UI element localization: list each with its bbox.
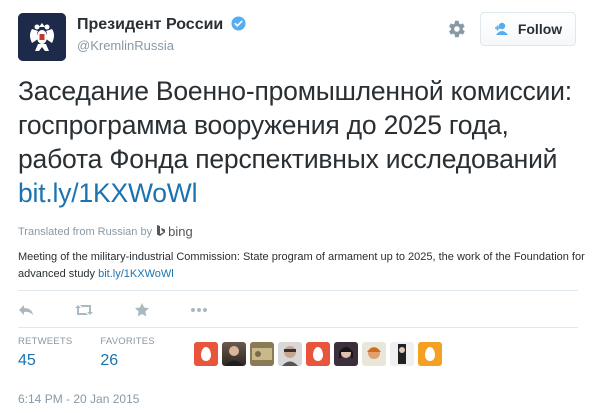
profile-avatar[interactable] <box>18 13 66 61</box>
tweet-body: Заседание Военно-промышленной комиссии: … <box>18 76 572 174</box>
avatar[interactable] <box>418 342 442 366</box>
follow-person-icon <box>494 22 508 35</box>
favoriters-avatars <box>194 342 442 366</box>
retweets-label: RETWEETS <box>18 336 73 347</box>
follow-button[interactable]: Follow <box>480 12 576 46</box>
person-photo <box>367 347 381 359</box>
tweet-link[interactable]: bit.ly/1KXWoWl <box>18 178 198 208</box>
translation-attribution-text: Translated from Russian by <box>18 225 153 238</box>
favorites-label: FAVORITES <box>100 336 155 347</box>
avatar[interactable] <box>278 342 302 366</box>
person-photo <box>282 346 298 366</box>
divider <box>18 327 578 328</box>
more-icon[interactable] <box>190 302 208 318</box>
translation-text: Meeting of the military-industrial Commi… <box>18 249 588 283</box>
user-handle[interactable]: @KremlinRussia <box>77 38 174 53</box>
person-photo <box>398 344 406 364</box>
user-name[interactable]: Президент России <box>77 16 223 33</box>
reply-icon[interactable] <box>18 302 34 318</box>
gear-icon[interactable] <box>445 18 467 40</box>
divider <box>18 290 578 291</box>
coat-of-arms-logo <box>18 13 66 61</box>
favorites-count: 26 <box>100 352 119 369</box>
retweet-icon[interactable] <box>74 302 94 318</box>
retweets-stat[interactable]: RETWEETS 45 <box>18 336 72 370</box>
favorite-icon[interactable] <box>134 302 150 318</box>
tweet-text: Заседание Военно-промышленной комиссии: … <box>18 74 588 210</box>
avatar[interactable] <box>222 342 246 366</box>
verified-icon <box>231 16 246 31</box>
avatar[interactable] <box>334 342 358 366</box>
translation-link[interactable]: bit.ly/1KXWoWl <box>98 268 174 280</box>
bing-logo[interactable]: bing <box>156 224 193 239</box>
bing-label: bing <box>168 224 193 239</box>
avatar[interactable] <box>194 342 218 366</box>
favorites-stat[interactable]: FAVORITES 26 <box>100 336 154 370</box>
avatar[interactable] <box>306 342 330 366</box>
person-photo <box>225 346 243 366</box>
follow-button-label: Follow <box>517 21 563 37</box>
bing-logo-icon <box>157 225 166 236</box>
avatar[interactable] <box>250 342 274 366</box>
user-name-row[interactable]: Президент России <box>77 16 246 34</box>
retweets-count: 45 <box>18 352 36 369</box>
banknote-photo <box>252 348 272 360</box>
tweet-actions <box>18 299 248 321</box>
avatar[interactable] <box>390 342 414 366</box>
tweet-timestamp[interactable]: 6:14 PM - 20 Jan 2015 <box>18 392 139 406</box>
tweet-stats: RETWEETS 45 FAVORITES 26 <box>18 336 183 370</box>
person-photo <box>339 347 353 358</box>
avatar[interactable] <box>362 342 386 366</box>
translation-attribution: Translated from Russian by bing <box>18 224 193 239</box>
